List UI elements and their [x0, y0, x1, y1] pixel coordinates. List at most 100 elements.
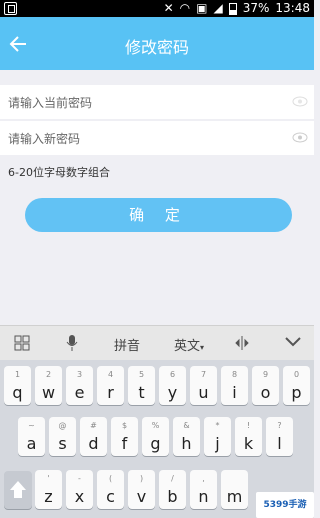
key-secondary-label: 9: [262, 370, 269, 379]
shift-icon: [10, 481, 26, 498]
language-button[interactable]: 英文▾: [174, 335, 204, 354]
key-secondary-label: ~: [28, 421, 35, 430]
key-h[interactable]: & h: [173, 417, 200, 456]
key-label: y: [167, 383, 178, 402]
key-label: z: [44, 487, 53, 506]
key-b[interactable]: / b: [159, 470, 186, 509]
key-secondary-label: *: [215, 421, 220, 430]
key-secondary-label: @: [58, 421, 67, 430]
key-secondary-label: 5: [138, 370, 145, 379]
key-k[interactable]: ! k: [235, 417, 262, 456]
key-label: e: [74, 383, 85, 402]
key-v[interactable]: ) v: [128, 470, 155, 509]
key-label: x: [74, 487, 85, 506]
key-p[interactable]: 0p: [283, 366, 310, 405]
key-g[interactable]: % g: [142, 417, 169, 456]
pinyin-button[interactable]: 拼音: [114, 335, 140, 354]
key-secondary-label: 7: [200, 370, 207, 379]
clock: 13:48: [275, 1, 310, 15]
key-secondary-label: 3: [76, 370, 83, 379]
key-o[interactable]: 9o: [252, 366, 279, 405]
key-l[interactable]: ? l: [266, 417, 293, 456]
eye-icon[interactable]: [292, 131, 308, 144]
key-secondary-label: 0: [293, 370, 300, 379]
key-w[interactable]: 2w: [35, 366, 62, 405]
key-z[interactable]: ' z: [35, 470, 62, 509]
sim-icon: [4, 2, 17, 15]
key-label: j: [215, 434, 220, 453]
key-label: g: [150, 434, 161, 453]
key-label: a: [26, 434, 37, 453]
sim-card-icon: ▣: [196, 1, 208, 15]
battery-icon: [228, 2, 237, 15]
key-label: l: [277, 434, 282, 453]
app-header: 修改密码: [0, 17, 314, 70]
key-t[interactable]: 5t: [128, 366, 155, 405]
current-password-placeholder: 请输入当前密码: [8, 96, 93, 110]
key-f[interactable]: $ f: [111, 417, 138, 456]
key-secondary-label: ,: [202, 474, 205, 483]
key-label: f: [121, 434, 128, 453]
collapse-keyboard-icon[interactable]: [285, 336, 301, 348]
key-u[interactable]: 7u: [190, 366, 217, 405]
shift-key[interactable]: [4, 471, 32, 509]
key-n[interactable]: ,n: [190, 470, 217, 509]
key-secondary-label: $: [121, 421, 128, 430]
key-secondary-label: -: [78, 474, 81, 483]
key-secondary-label: #: [90, 421, 97, 430]
key-secondary-label: 2: [45, 370, 52, 379]
signal-icon: ◢: [213, 1, 223, 15]
key-label: k: [243, 434, 254, 453]
key-e[interactable]: 3e: [66, 366, 93, 405]
key-label: t: [138, 383, 145, 402]
new-password-placeholder: 请输入新密码: [8, 132, 81, 146]
key-secondary-label: 1: [14, 370, 21, 379]
keyboard-menu-icon[interactable]: [14, 335, 30, 351]
key-m[interactable]: m: [221, 470, 248, 509]
key-secondary-label: !: [246, 421, 251, 430]
key-x[interactable]: -x: [66, 470, 93, 509]
microphone-icon[interactable]: [66, 334, 78, 352]
key-q[interactable]: 1q: [4, 366, 31, 405]
keyboard-toolbar: 拼音 英文▾: [0, 325, 314, 360]
key-d[interactable]: # d: [80, 417, 107, 456]
key-label: d: [88, 434, 99, 453]
key-secondary-label: 8: [231, 370, 238, 379]
key-secondary-label: ): [139, 474, 144, 483]
confirm-button[interactable]: 确 定: [25, 198, 292, 232]
key-label: b: [167, 487, 178, 506]
key-label: m: [226, 487, 243, 506]
new-password-field[interactable]: 请输入新密码: [0, 121, 314, 155]
key-label: n: [198, 487, 209, 506]
key-a[interactable]: ~ a: [18, 417, 45, 456]
mute-icon: ✕: [163, 1, 174, 15]
key-i[interactable]: 8i: [221, 366, 248, 405]
watermark-logo: 5399手游: [256, 492, 314, 518]
key-secondary-label: 6: [169, 370, 176, 379]
key-secondary-label: ': [47, 474, 50, 483]
current-password-field[interactable]: 请输入当前密码: [0, 85, 314, 119]
eye-icon[interactable]: [292, 95, 308, 108]
wifi-icon: ◠: [179, 1, 191, 15]
key-label: h: [181, 434, 192, 453]
key-r[interactable]: 4r: [97, 366, 124, 405]
key-y[interactable]: 6y: [159, 366, 186, 405]
key-label: i: [232, 383, 237, 402]
battery-percent: 37%: [242, 1, 270, 15]
key-s[interactable]: @ s: [49, 417, 76, 456]
key-secondary-label: /: [171, 474, 174, 483]
key-label: u: [198, 383, 209, 402]
key-label: c: [106, 487, 115, 506]
key-secondary-label: %: [151, 421, 160, 430]
password-hint: 6-20位字母数字组合: [8, 166, 110, 179]
key-label: r: [107, 383, 114, 402]
key-secondary-label: (: [108, 474, 113, 483]
key-j[interactable]: * j: [204, 417, 231, 456]
key-c[interactable]: (c: [97, 470, 124, 509]
key-label: s: [58, 434, 67, 453]
key-label: o: [260, 383, 271, 402]
key-secondary-label: ?: [277, 421, 282, 430]
cursor-move-icon[interactable]: [235, 335, 249, 351]
key-secondary-label: &: [183, 421, 190, 430]
key-secondary-label: 4: [107, 370, 114, 379]
